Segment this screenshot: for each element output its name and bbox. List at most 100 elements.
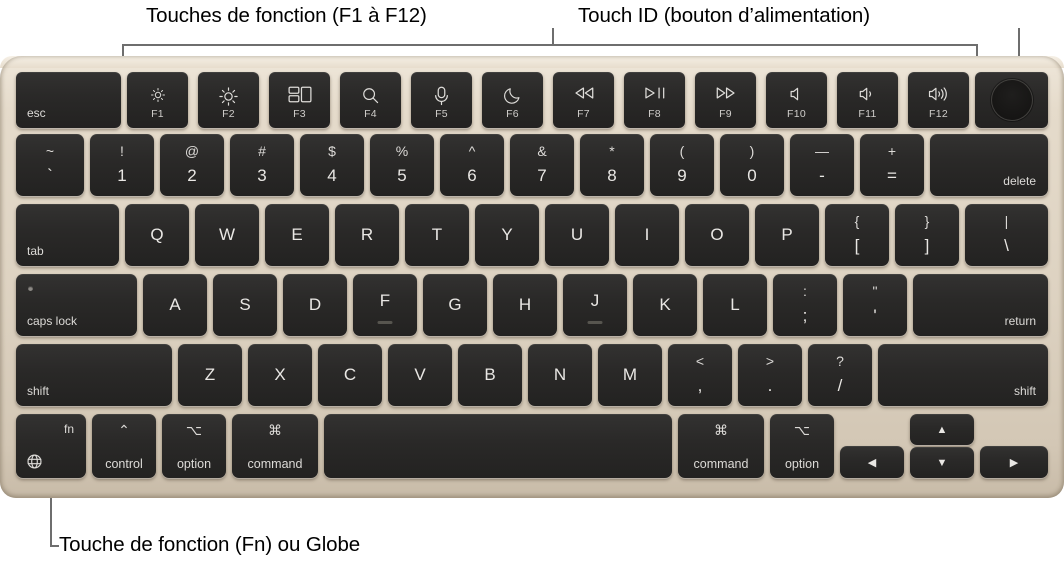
- key-f11[interactable]: F11: [837, 72, 898, 128]
- key-d[interactable]: D: [283, 274, 347, 336]
- key-4-label: 4: [327, 166, 337, 185]
- key-f7[interactable]: F7: [553, 72, 614, 128]
- key-f9[interactable]: F9: [695, 72, 756, 128]
- key-option-right[interactable]: ⌥ option: [770, 414, 834, 478]
- key-o[interactable]: O: [685, 204, 749, 266]
- key-n[interactable]: N: [528, 344, 592, 406]
- key-arrow-up[interactable]: ▲: [910, 414, 974, 445]
- key-u[interactable]: U: [545, 204, 609, 266]
- key-control[interactable]: ⌃ control: [92, 414, 156, 478]
- key-f5[interactable]: F5: [411, 72, 472, 128]
- key-2[interactable]: @ 2: [160, 134, 224, 196]
- key-quote[interactable]: " ': [843, 274, 907, 336]
- key-h[interactable]: H: [493, 274, 557, 336]
- key-v[interactable]: V: [388, 344, 452, 406]
- key-command-right[interactable]: ⌘ command: [678, 414, 764, 478]
- key-arrow-down[interactable]: ▼: [910, 447, 974, 478]
- key-f5-label: F5: [435, 108, 448, 120]
- key-shift-right[interactable]: shift: [878, 344, 1048, 406]
- key-backtick-shift-label: ~: [45, 143, 55, 159]
- key-minus[interactable]: — -: [790, 134, 854, 196]
- key-a[interactable]: A: [143, 274, 207, 336]
- key-1[interactable]: ! 1: [90, 134, 154, 196]
- key-r[interactable]: R: [335, 204, 399, 266]
- caps-lock-indicator-icon: [28, 286, 33, 291]
- key-arrow-left[interactable]: ◀: [840, 446, 904, 478]
- key-p[interactable]: P: [755, 204, 819, 266]
- key-comma[interactable]: < ,: [668, 344, 732, 406]
- key-g[interactable]: G: [423, 274, 487, 336]
- key-command-right-label: command: [693, 457, 749, 471]
- key-f4[interactable]: F4: [340, 72, 401, 128]
- key-command-left-label: command: [247, 457, 303, 471]
- key-e-label: E: [291, 225, 303, 244]
- key-0[interactable]: ) 0: [720, 134, 784, 196]
- key-slash[interactable]: ? /: [808, 344, 872, 406]
- key-7-label: 7: [537, 166, 547, 185]
- key-n-label: N: [553, 365, 567, 384]
- key-i[interactable]: I: [615, 204, 679, 266]
- key-delete[interactable]: delete: [930, 134, 1048, 196]
- touch-id-power-button-icon[interactable]: [990, 79, 1033, 121]
- key-4[interactable]: $ 4: [300, 134, 364, 196]
- key-semicolon[interactable]: : ;: [773, 274, 837, 336]
- key-3[interactable]: # 3: [230, 134, 294, 196]
- key-l[interactable]: L: [703, 274, 767, 336]
- key-space[interactable]: [324, 414, 672, 478]
- key-7[interactable]: & 7: [510, 134, 574, 196]
- key-x[interactable]: X: [248, 344, 312, 406]
- key-touch-id[interactable]: [975, 72, 1048, 128]
- key-m[interactable]: M: [598, 344, 662, 406]
- key-t[interactable]: T: [405, 204, 469, 266]
- key-f6[interactable]: F6: [482, 72, 543, 128]
- key-bracket-left[interactable]: { [: [825, 204, 889, 266]
- key-5-label: 5: [397, 166, 407, 185]
- key-5[interactable]: % 5: [370, 134, 434, 196]
- key-f10[interactable]: F10: [766, 72, 827, 128]
- key-9[interactable]: ( 9: [650, 134, 714, 196]
- key-6[interactable]: ^ 6: [440, 134, 504, 196]
- key-tab[interactable]: tab: [16, 204, 119, 266]
- key-period[interactable]: > .: [738, 344, 802, 406]
- key-shift-left[interactable]: shift: [16, 344, 172, 406]
- key-slash-shift-label: ?: [836, 353, 844, 369]
- key-f1[interactable]: F1: [127, 72, 188, 128]
- key-semicolon-shift-label: :: [803, 283, 807, 299]
- key-f2[interactable]: F2: [198, 72, 259, 128]
- key-equals[interactable]: + =: [860, 134, 924, 196]
- key-backtick[interactable]: ~ `: [16, 134, 84, 196]
- key-option-left[interactable]: ⌥ option: [162, 414, 226, 478]
- key-y[interactable]: Y: [475, 204, 539, 266]
- key-c[interactable]: C: [318, 344, 382, 406]
- key-r-label: R: [360, 225, 374, 244]
- key-w[interactable]: W: [195, 204, 259, 266]
- key-fn-globe[interactable]: fn: [16, 414, 86, 478]
- key-m-label: M: [622, 365, 638, 384]
- key-8[interactable]: * 8: [580, 134, 644, 196]
- key-p-label: P: [781, 225, 793, 244]
- key-e[interactable]: E: [265, 204, 329, 266]
- key-b[interactable]: B: [458, 344, 522, 406]
- key-caps-lock[interactable]: caps lock: [16, 274, 137, 336]
- key-s[interactable]: S: [213, 274, 277, 336]
- key-j[interactable]: J: [563, 274, 627, 336]
- key-u-label: U: [570, 225, 584, 244]
- key-bracket-right[interactable]: } ]: [895, 204, 959, 266]
- key-caps-lock-label: caps lock: [27, 314, 78, 328]
- dictation-microphone-icon: [411, 86, 472, 106]
- key-z[interactable]: Z: [178, 344, 242, 406]
- key-f12[interactable]: F12: [908, 72, 969, 128]
- key-z-label: Z: [204, 365, 216, 384]
- arrow-down-icon: ▼: [936, 456, 948, 469]
- key-f3[interactable]: F3: [269, 72, 330, 128]
- key-backslash[interactable]: | \: [965, 204, 1048, 266]
- key-command-left[interactable]: ⌘ command: [232, 414, 318, 478]
- key-q[interactable]: Q: [125, 204, 189, 266]
- key-esc-label: esc: [27, 106, 46, 120]
- key-f8[interactable]: F8: [624, 72, 685, 128]
- key-f[interactable]: F: [353, 274, 417, 336]
- key-arrow-right[interactable]: ▶: [980, 446, 1048, 478]
- key-return[interactable]: return: [913, 274, 1048, 336]
- key-k[interactable]: K: [633, 274, 697, 336]
- key-esc[interactable]: esc: [16, 72, 121, 128]
